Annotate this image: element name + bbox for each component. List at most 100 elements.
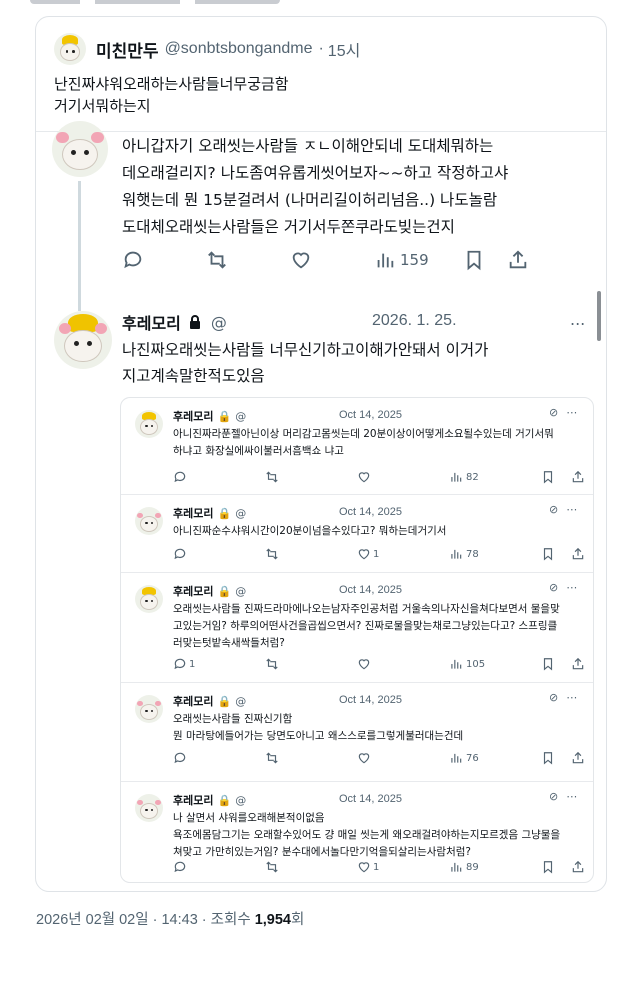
- thread-line: [78, 181, 81, 311]
- views-button[interactable]: 159: [374, 249, 429, 271]
- reply-button[interactable]: [122, 249, 144, 271]
- lock-icon: [189, 315, 200, 329]
- sub-text-line: 오래씻는사람들 진짜드라마에나오는남자주인공처럼 거울속의나자신을쳐다보면서 물…: [173, 603, 560, 615]
- share-icon: [571, 657, 585, 671]
- share-button[interactable]: [507, 249, 529, 271]
- share-icon: [571, 751, 585, 765]
- sub-icons: ⊘ ⋯: [549, 790, 577, 803]
- bar-chart-icon: [377, 253, 394, 268]
- author-name-row[interactable]: 후레모리 @: [122, 310, 227, 334]
- bookmark-icon: [541, 860, 571, 874]
- sub-author-handle: @: [235, 793, 247, 807]
- embedded-screenshot: 후레모리 🔒 @ Oct 14, 2025 ⊘ ⋯ 아니진짜라푼젤아닌이상 머리감고몸…: [120, 397, 594, 883]
- heart-icon: 1: [357, 860, 449, 874]
- scrollbar[interactable]: [597, 291, 601, 341]
- avatar[interactable]: [54, 33, 86, 65]
- heart-icon: 1: [357, 547, 449, 561]
- bar-chart-icon: 82: [449, 470, 541, 484]
- heart-icon: [292, 252, 310, 269]
- avatar: [135, 695, 163, 723]
- sub-icons: ⊘ ⋯: [549, 691, 577, 704]
- grok-icon: ⊘: [549, 790, 559, 803]
- heart-icon: [357, 657, 449, 671]
- sub-text-line: 쳐맞고 가만히있는거임? 분수대에서놀다만기억을되살리는사람처럼?: [173, 846, 471, 858]
- bar-chart-icon: 78: [449, 547, 541, 561]
- tweet-date[interactable]: 2026. 1. 25.: [372, 312, 457, 330]
- more-icon: ⋯: [566, 503, 578, 516]
- avatar[interactable]: [54, 311, 112, 369]
- views-suffix: 회: [291, 912, 305, 928]
- tweet-text-line: 나진짜오래씻는사람들 너무신기하고이해가안돼서 이거가: [122, 341, 489, 359]
- sub-text-line: 아니진짜순수샤워시간이20분이넘을수있다고? 뭐하는데거기서: [173, 525, 447, 537]
- list-item: 후레모리 🔒 @ Oct 14, 2025 ⊘ ⋯ 오래씻는사람들 진짜신기함 뭔 마라…: [121, 683, 593, 782]
- share-icon: [571, 470, 585, 484]
- share-icon: [509, 250, 526, 269]
- sub-author-handle: @: [235, 584, 247, 598]
- bar-chart-icon: 89: [449, 860, 541, 874]
- quoted-tweet-header[interactable]: 미친만두 @sonbtsbongandme · 15시: [54, 33, 360, 65]
- retweet-icon: [265, 751, 357, 765]
- sub-text-line: 하냐고 화장실에싸이불러서흠백쇼 냐고: [173, 445, 344, 457]
- share-icon: [571, 547, 585, 561]
- previous-tweet-fragment: [0, 0, 640, 14]
- tweet-datetime[interactable]: 2026년 02월 02일 · 14:43 · 조회수: [36, 912, 255, 928]
- grok-icon: ⊘: [549, 503, 559, 516]
- sub-date: Oct 14, 2025: [339, 584, 402, 596]
- views-count: 78: [466, 548, 479, 560]
- reply-icon: [173, 751, 265, 765]
- sub-actions: 76: [173, 751, 585, 765]
- sub-icons: ⊘ ⋯: [549, 406, 577, 419]
- lock-icon: 🔒: [217, 409, 232, 423]
- avatar[interactable]: [52, 121, 108, 177]
- author-name[interactable]: 후레모리: [122, 310, 181, 334]
- share-icon: [571, 860, 585, 874]
- reply-icon: [124, 251, 142, 269]
- grok-icon: ⊘: [549, 581, 559, 594]
- more-icon: ⋯: [566, 691, 578, 704]
- like-count: 1: [373, 548, 380, 560]
- bookmark-icon: [541, 470, 571, 484]
- grok-icon: ⊘: [549, 691, 559, 704]
- like-button[interactable]: [290, 249, 312, 271]
- reply-icon: [173, 470, 265, 484]
- quoted-time[interactable]: 15시: [328, 37, 361, 61]
- views-count: 89: [466, 861, 479, 873]
- tweet-text-line: 데오래걸리지? 나도좀여유롭게씻어보자~~하고 작정하고샤: [122, 164, 509, 182]
- tweet-card: 미친만두 @sonbtsbongandme · 15시 난진짜샤워오래하는사람들…: [35, 16, 607, 892]
- sub-date: Oct 14, 2025: [339, 793, 402, 805]
- retweet-button[interactable]: [206, 249, 228, 271]
- retweet-icon: [265, 657, 357, 671]
- sub-icons: ⊘ ⋯: [549, 503, 577, 516]
- bookmark-button[interactable]: [463, 249, 485, 271]
- views-count: 159: [400, 251, 429, 269]
- quoted-author-name[interactable]: 미친만두: [96, 37, 159, 62]
- more-button[interactable]: ...: [570, 310, 585, 329]
- total-views: 1,954: [254, 912, 291, 928]
- more-icon: ⋯: [566, 406, 578, 419]
- quoted-author-handle[interactable]: @sonbtsbongandme: [165, 40, 313, 58]
- sub-author-name: 후레모리: [173, 794, 214, 807]
- sub-author-name: 후레모리: [173, 410, 214, 423]
- sub-text: 오래씻는사람들 진짜드라마에나오는남자주인공처럼 거울속의나자신을쳐다보면서 물…: [173, 601, 583, 652]
- sub-author-handle: @: [235, 409, 247, 423]
- sub-author-name: 후레모리: [173, 695, 214, 708]
- author-handle[interactable]: @: [211, 313, 227, 332]
- avatar: [135, 507, 163, 535]
- sub-date: Oct 14, 2025: [339, 409, 402, 421]
- divider: [36, 131, 606, 132]
- sub-icons: ⊘ ⋯: [549, 581, 577, 594]
- bookmark-icon: [541, 547, 571, 561]
- views-count: 82: [466, 471, 479, 483]
- heart-icon: [357, 751, 449, 765]
- lock-icon: 🔒: [217, 694, 232, 708]
- tweet-meta-footer: 2026년 02월 02일 · 14:43 · 조회수 1,954회: [36, 908, 304, 929]
- tweet-text: 아니갑자기 오래씻는사람들 ㅈㄴ이해안되네 도대체뭐하는 데오래걸리지? 나도좀…: [122, 133, 592, 241]
- sub-author: 후레모리 🔒 @: [173, 505, 246, 521]
- tweet-text-line: 워햇는데 뭔 15분걸려서 (나머리길이허리넘음..) 나도놀람: [122, 191, 498, 209]
- sub-text-line: 욕조에몸담그기는 오래할수있어도 걍 매일 씻는게 왜오래걸려야하는지모르겠음 …: [173, 829, 561, 841]
- separator-dot: ·: [318, 40, 324, 57]
- sub-text: 아니진짜라푼젤아닌이상 머리감고몸씻는데 20분이상이어떻게소요될수있는데 거기…: [173, 426, 583, 460]
- retweet-icon: [208, 251, 226, 269]
- reply-count: 1: [189, 658, 196, 670]
- sub-actions: 82: [173, 470, 585, 484]
